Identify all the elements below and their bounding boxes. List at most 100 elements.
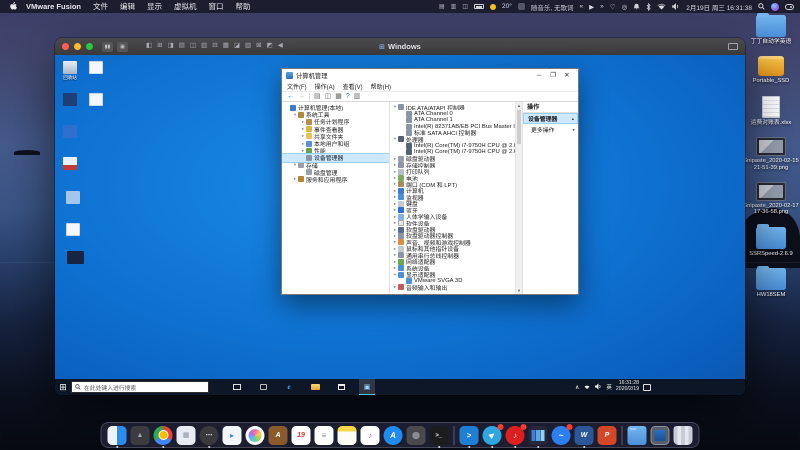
desktop-file-icon[interactable]	[89, 93, 103, 106]
dock-icon-minimized-window[interactable]	[651, 426, 670, 445]
vm-snapshot-button[interactable]: ▣	[117, 42, 128, 52]
collapse-icon[interactable]: ▴	[572, 116, 574, 122]
dock-icon-vmware-fusion[interactable]	[529, 426, 548, 445]
dock-icon-netease-music[interactable]: ♪	[506, 426, 525, 445]
console-tree-item[interactable]: 设备管理器	[282, 154, 389, 161]
cm-menu-item[interactable]: 帮助(H)	[371, 82, 391, 91]
dock-icon-terminal[interactable]: >_	[430, 426, 449, 445]
scrollbar-thumb[interactable]	[517, 110, 521, 144]
desktop-file-icon[interactable]	[66, 223, 80, 236]
taskbar-edge-icon[interactable]: e	[281, 379, 297, 395]
bluetooth-icon[interactable]	[646, 3, 651, 11]
menubar-clock[interactable]: 2月19日 周三 16:31:38	[686, 2, 752, 12]
maximize-button[interactable]: ❐	[546, 69, 560, 82]
device-tree-item[interactable]: Intel(R) Core(TM) i7-9750H CPU @ 2.60GHz	[390, 143, 522, 149]
mac-desktop-icon[interactable]: Snipaste_2020-02-15 21-51-39.png	[742, 137, 800, 171]
dock-icon-preview[interactable]: ▦	[177, 426, 196, 445]
weather-sun-icon[interactable]	[490, 4, 496, 10]
console-tree-item[interactable]: ▸ 事件查看器	[282, 126, 389, 133]
lyrics-status-text[interactable]: 随音乐, 无歌词	[531, 2, 574, 12]
siri-icon[interactable]	[771, 3, 779, 11]
weather-temperature[interactable]: 20°	[502, 3, 512, 10]
console-tree-item[interactable]: ▸ 本地用户和组	[282, 140, 389, 147]
cm-toolbar-icon[interactable]: ←	[287, 93, 294, 100]
console-tree-item[interactable]: ▸ 共享文件夹	[282, 133, 389, 140]
vm-pause-button[interactable]: ▮▮	[102, 42, 113, 52]
media-previous-icon[interactable]: «	[579, 3, 583, 10]
windows-desktop[interactable]: 回收站	[55, 55, 745, 395]
windows-desktop-icon[interactable]	[61, 223, 85, 237]
console-tree-item[interactable]: 磁盘管理	[282, 169, 389, 176]
tray-chevron-icon[interactable]: ∧	[575, 384, 579, 391]
actions-more-item[interactable]: 更多操作 ▸	[523, 124, 578, 135]
dock-icon-notes[interactable]	[338, 426, 357, 445]
dock-icon-maps[interactable]: ▸	[223, 426, 242, 445]
dock-icon-trash[interactable]	[674, 426, 693, 445]
active-app-name[interactable]: VMware Fusion	[26, 2, 81, 11]
dock-icon-reminders[interactable]: ≡	[315, 426, 334, 445]
wifi-icon[interactable]	[657, 3, 666, 10]
dock-icon-vscode[interactable]: >	[460, 426, 479, 445]
device-list-pane[interactable]: ▾ IDE ATA/ATAPI 控制器 ATA Channel 0	[390, 102, 522, 294]
menubar-menu-item[interactable]: 编辑	[120, 1, 135, 12]
windows-desktop-icon[interactable]	[84, 93, 108, 107]
taskbar-store-icon[interactable]	[333, 379, 349, 395]
console-tree-item[interactable]: 计算机管理(本地)	[282, 104, 389, 111]
taskbar-search-box[interactable]: 在此处键入进行搜索	[71, 381, 209, 393]
dock-icon-dictionary[interactable]: A	[269, 426, 288, 445]
dock-icon-calendar[interactable]: 19	[292, 426, 311, 445]
taskbar-clock[interactable]: 16:31:28 2020/2/19	[616, 381, 639, 393]
mac-desktop-icon[interactable]: HW18SEM	[742, 268, 800, 298]
mac-desktop-icon[interactable]: SSRSpeed-2.6.9	[742, 227, 800, 257]
bell-icon[interactable]	[633, 3, 640, 10]
battery-icon[interactable]	[474, 4, 484, 9]
vertical-scrollbar[interactable]: ▲ ▼	[515, 102, 522, 294]
menubar-menu-item[interactable]: 显示	[147, 1, 162, 12]
zoom-window-button[interactable]	[86, 43, 93, 50]
taskbar-task-view-icon[interactable]	[229, 379, 245, 395]
vm-toolbar-icon[interactable]: ⊠	[256, 43, 261, 50]
actions-device-manager-item[interactable]: 设备管理器 ▴	[523, 113, 578, 124]
menubar-menu-item[interactable]: 虚拟机	[174, 1, 197, 12]
vm-toolbar-icon[interactable]: ⊟	[212, 43, 217, 50]
file-icon[interactable]	[758, 56, 784, 76]
device-tree-item[interactable]: ▸ 音频输入和输出	[390, 284, 522, 290]
fullscreen-toggle-icon[interactable]	[728, 43, 738, 50]
desktop-file-icon[interactable]	[89, 61, 103, 74]
dock-separator[interactable]	[453, 426, 456, 445]
dock-icon-photos[interactable]	[246, 426, 265, 445]
action-center-icon[interactable]	[643, 384, 651, 391]
expand-right-icon[interactable]: ▸	[573, 127, 575, 133]
console-tree-pane[interactable]: 计算机管理(本地) ▾ 系统工具 ▸	[282, 102, 390, 294]
mac-desktop-icon[interactable]: Portable_SSD	[742, 56, 800, 84]
console-tree-item[interactable]: ▸ 性能	[282, 147, 389, 154]
vm-toolbar-icon[interactable]: ◨	[168, 43, 174, 50]
file-icon[interactable]	[756, 137, 786, 156]
vm-toolbar-icon[interactable]: ◩	[267, 43, 273, 50]
windows-desktop-icon[interactable]	[58, 157, 82, 171]
cm-toolbar-icon[interactable]: ▥	[354, 93, 361, 100]
dock-icon-powerpoint[interactable]: P	[598, 426, 617, 445]
dock-icon-telegram[interactable]: ▶	[483, 426, 502, 445]
windows-desktop-icon[interactable]	[63, 251, 87, 265]
vm-toolbar-icon[interactable]: ▥	[201, 43, 207, 50]
file-icon[interactable]	[756, 182, 786, 201]
console-tree-item[interactable]: ▾ 系统工具	[282, 111, 389, 118]
vm-toolbar-icon[interactable]: ▧	[245, 43, 251, 50]
vm-toolbar-icon[interactable]: ▤	[179, 43, 185, 50]
menubar-menu-item[interactable]: 窗口	[209, 1, 224, 12]
heart-icon[interactable]: ♡	[610, 3, 616, 11]
cm-menu-item[interactable]: 文件(F)	[287, 82, 307, 91]
dock-icon-downloads-folder[interactable]	[628, 426, 647, 445]
media-play-icon[interactable]: ▶	[589, 3, 594, 11]
desktop-file-icon[interactable]	[63, 93, 77, 106]
taskbar-computer-management-icon[interactable]: ▣	[359, 379, 375, 395]
start-button[interactable]: ⊞	[55, 382, 71, 393]
tray-volume-icon[interactable]	[595, 383, 602, 392]
memory-meter-icon[interactable]: ◫	[462, 3, 468, 10]
desktop-file-icon[interactable]	[63, 125, 77, 138]
minimize-window-button[interactable]	[74, 43, 81, 50]
cm-toolbar-icon[interactable]: →	[298, 93, 305, 100]
console-tree-item[interactable]: ▾ 存储	[282, 162, 389, 169]
scroll-up-icon[interactable]: ▲	[516, 102, 522, 109]
